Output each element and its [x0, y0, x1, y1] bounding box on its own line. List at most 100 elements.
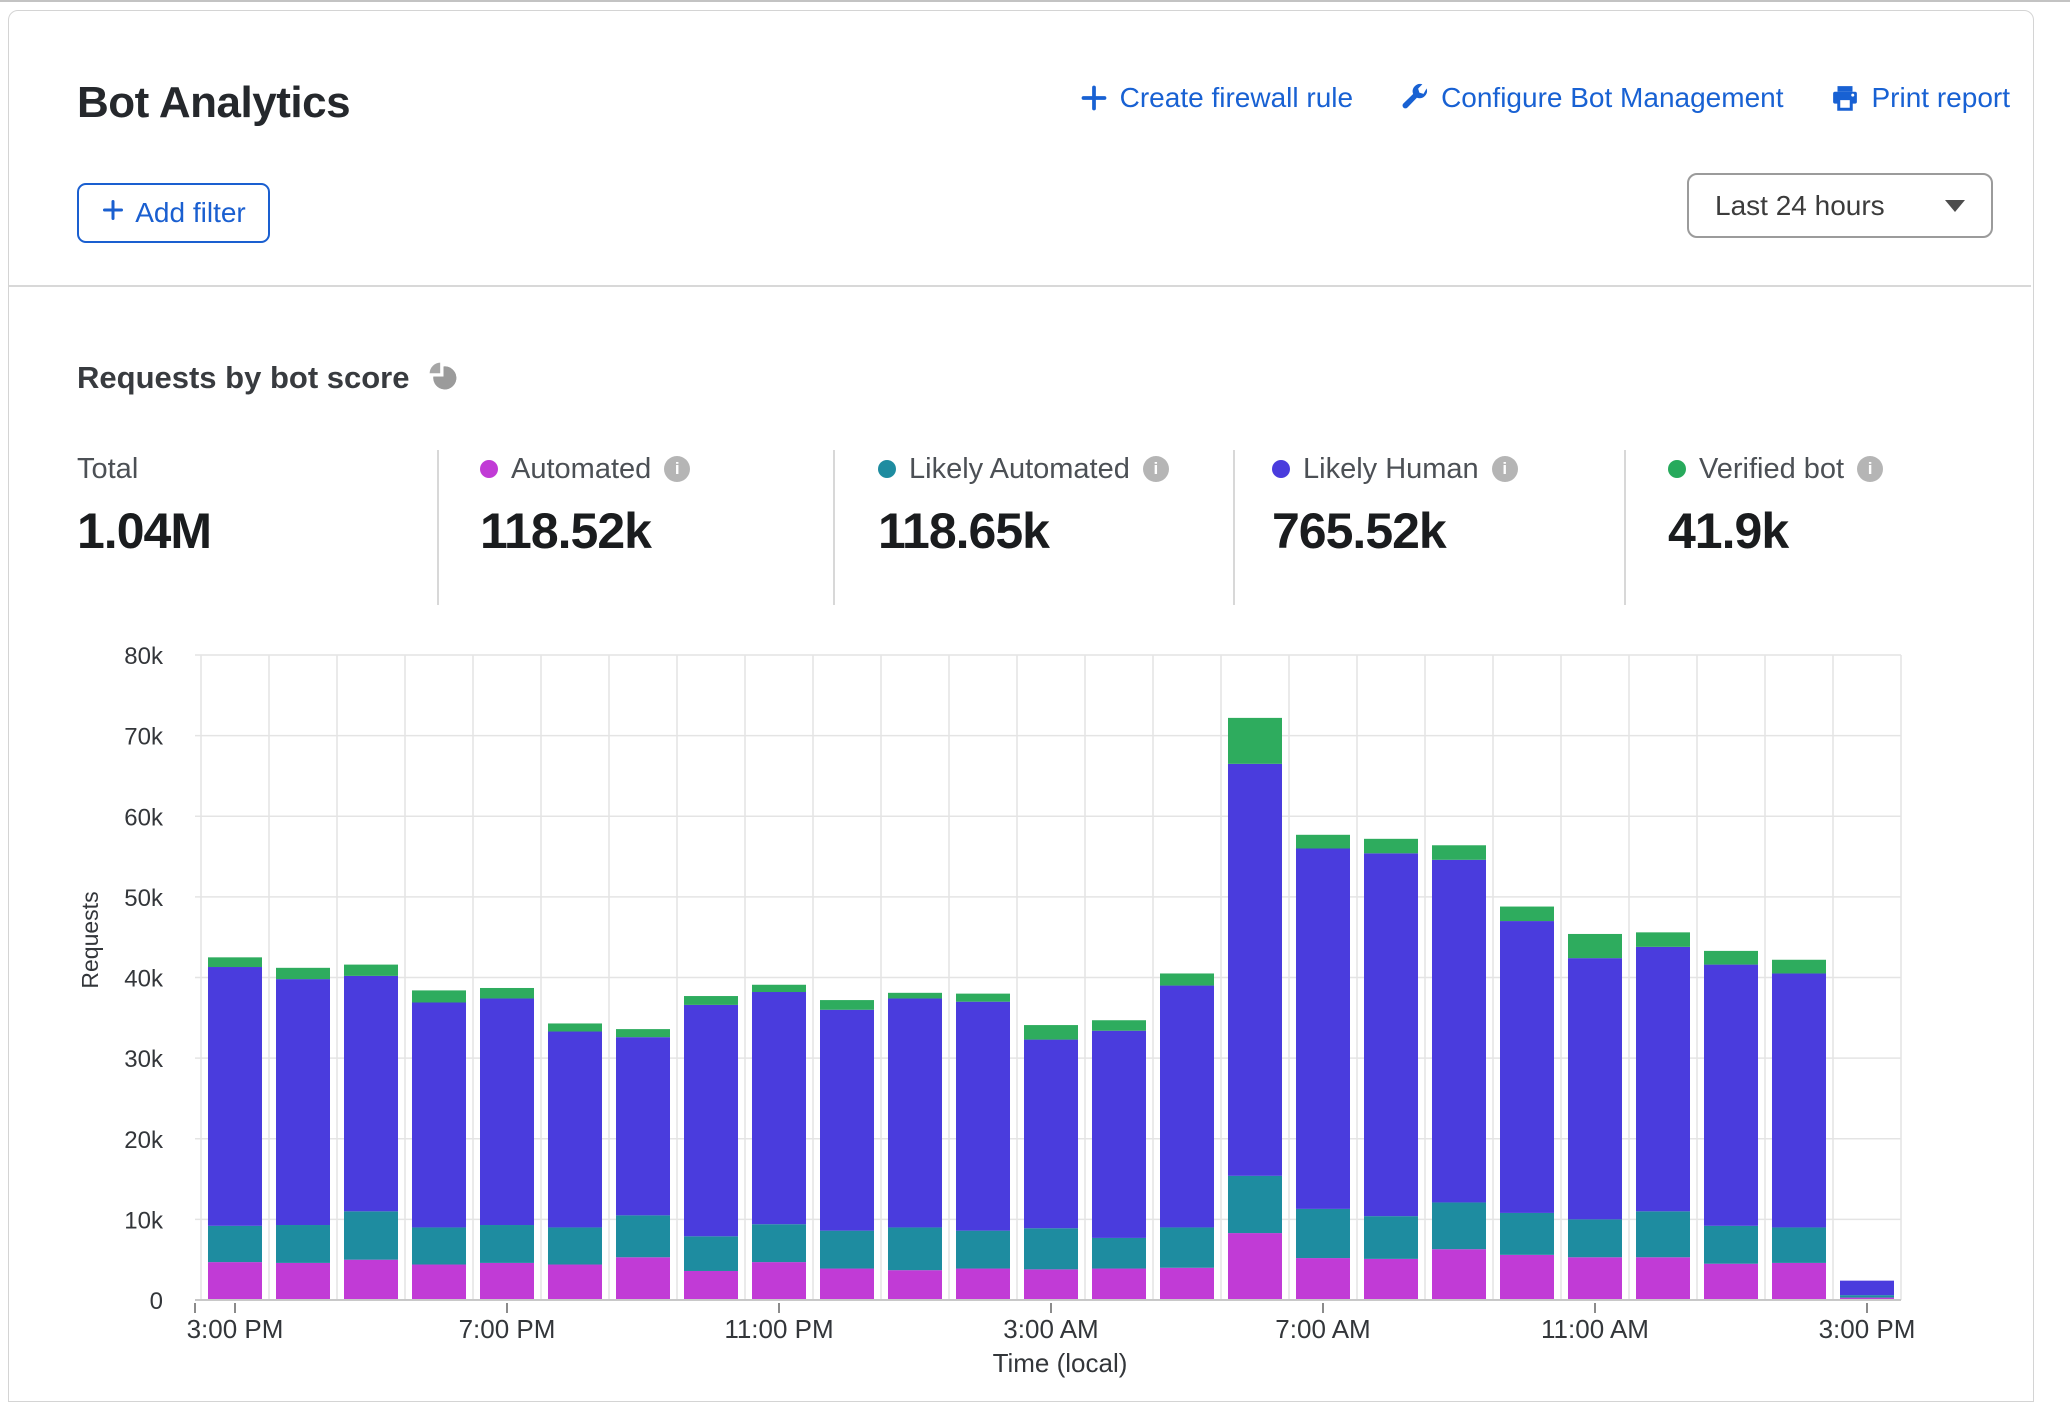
bar-segment-automated[interactable]: [888, 1270, 942, 1300]
bar-segment-likely-human[interactable]: [616, 1037, 670, 1215]
bar-segment-likely-human[interactable]: [1568, 958, 1622, 1219]
bar-segment-verified-bot[interactable]: [820, 1000, 874, 1010]
bar-segment-likely-human[interactable]: [1840, 1281, 1894, 1296]
bar-segment-automated[interactable]: [1228, 1233, 1282, 1300]
bar-segment-likely-human[interactable]: [888, 998, 942, 1227]
bar-segment-likely-automated[interactable]: [1160, 1227, 1214, 1267]
bar-segment-likely-human[interactable]: [1364, 853, 1418, 1216]
bar-segment-automated[interactable]: [412, 1265, 466, 1300]
bar-segment-verified-bot[interactable]: [1772, 960, 1826, 974]
configure-bot-management-link[interactable]: Configure Bot Management: [1399, 82, 1783, 114]
bar-segment-automated[interactable]: [1568, 1257, 1622, 1300]
requests-by-bot-score-chart[interactable]: 3:00 PM7:00 PM11:00 PM3:00 AM7:00 AM11:0…: [0, 600, 2070, 1394]
bar-segment-automated[interactable]: [548, 1265, 602, 1300]
bar-segment-automated[interactable]: [1432, 1249, 1486, 1300]
bar-segment-verified-bot[interactable]: [684, 996, 738, 1005]
bar-segment-likely-automated[interactable]: [1500, 1213, 1554, 1255]
bar-segment-automated[interactable]: [344, 1260, 398, 1300]
bar-segment-likely-human[interactable]: [1092, 1031, 1146, 1238]
bar-segment-likely-automated[interactable]: [1024, 1228, 1078, 1269]
bar-segment-likely-automated[interactable]: [1636, 1211, 1690, 1257]
bar-segment-verified-bot[interactable]: [412, 990, 466, 1002]
bar-segment-automated[interactable]: [1160, 1268, 1214, 1300]
bar-segment-verified-bot[interactable]: [480, 988, 534, 998]
bar-segment-automated[interactable]: [1364, 1259, 1418, 1300]
bar-segment-automated[interactable]: [1024, 1269, 1078, 1300]
bar-segment-verified-bot[interactable]: [208, 957, 262, 967]
bar-segment-likely-automated[interactable]: [276, 1225, 330, 1263]
bar-segment-likely-human[interactable]: [684, 1005, 738, 1236]
bar-segment-likely-human[interactable]: [1704, 965, 1758, 1226]
bar-segment-automated[interactable]: [1636, 1257, 1690, 1300]
info-icon[interactable]: i: [1857, 456, 1883, 482]
bar-segment-automated[interactable]: [956, 1269, 1010, 1300]
info-icon[interactable]: i: [1492, 456, 1518, 482]
bar-segment-verified-bot[interactable]: [752, 985, 806, 992]
bar-segment-verified-bot[interactable]: [956, 994, 1010, 1002]
bar-segment-likely-automated[interactable]: [548, 1227, 602, 1264]
bar-segment-likely-automated[interactable]: [1704, 1226, 1758, 1264]
bar-segment-likely-automated[interactable]: [1364, 1216, 1418, 1259]
info-icon[interactable]: i: [664, 456, 690, 482]
bar-segment-automated[interactable]: [1772, 1263, 1826, 1300]
bar-segment-automated[interactable]: [276, 1263, 330, 1300]
bar-segment-verified-bot[interactable]: [548, 1023, 602, 1031]
bar-segment-likely-human[interactable]: [752, 992, 806, 1224]
bar-segment-likely-human[interactable]: [344, 976, 398, 1211]
bar-segment-automated[interactable]: [480, 1263, 534, 1300]
bar-segment-likely-automated[interactable]: [1772, 1227, 1826, 1262]
bar-segment-automated[interactable]: [1704, 1264, 1758, 1300]
bar-segment-likely-automated[interactable]: [752, 1224, 806, 1262]
bar-segment-likely-human[interactable]: [1500, 921, 1554, 1213]
bar-segment-verified-bot[interactable]: [1160, 973, 1214, 985]
create-firewall-rule-link[interactable]: Create firewall rule: [1080, 82, 1353, 114]
bar-segment-likely-automated[interactable]: [1840, 1295, 1894, 1297]
bar-segment-verified-bot[interactable]: [1500, 907, 1554, 922]
bar-segment-verified-bot[interactable]: [1704, 951, 1758, 965]
bar-segment-likely-automated[interactable]: [888, 1227, 942, 1270]
bar-segment-verified-bot[interactable]: [1364, 839, 1418, 854]
bar-segment-likely-human[interactable]: [208, 967, 262, 1226]
bar-segment-verified-bot[interactable]: [344, 965, 398, 976]
time-range-select[interactable]: Last 24 hours: [1687, 173, 1993, 238]
bar-segment-likely-automated[interactable]: [820, 1231, 874, 1269]
bar-segment-likely-automated[interactable]: [956, 1231, 1010, 1269]
bar-segment-likely-automated[interactable]: [1228, 1176, 1282, 1233]
bar-segment-likely-human[interactable]: [820, 1010, 874, 1231]
bar-segment-verified-bot[interactable]: [1024, 1025, 1078, 1040]
bar-segment-likely-human[interactable]: [412, 1002, 466, 1227]
print-report-link[interactable]: Print report: [1830, 82, 2011, 114]
bar-segment-likely-automated[interactable]: [344, 1211, 398, 1259]
bar-segment-likely-automated[interactable]: [1568, 1219, 1622, 1257]
bar-segment-likely-automated[interactable]: [684, 1236, 738, 1271]
bar-segment-likely-automated[interactable]: [480, 1225, 534, 1263]
bar-segment-likely-human[interactable]: [1432, 860, 1486, 1203]
bar-segment-likely-human[interactable]: [956, 1002, 1010, 1231]
bar-segment-verified-bot[interactable]: [1432, 845, 1486, 860]
bar-segment-likely-human[interactable]: [548, 1032, 602, 1228]
bar-segment-verified-bot[interactable]: [1092, 1020, 1146, 1030]
bar-segment-automated[interactable]: [820, 1269, 874, 1300]
bar-segment-automated[interactable]: [1296, 1258, 1350, 1300]
bar-segment-likely-automated[interactable]: [208, 1226, 262, 1262]
bar-segment-automated[interactable]: [616, 1257, 670, 1300]
bar-segment-automated[interactable]: [1500, 1255, 1554, 1300]
bar-segment-verified-bot[interactable]: [1228, 718, 1282, 764]
bar-segment-likely-human[interactable]: [1636, 947, 1690, 1211]
bar-segment-automated[interactable]: [1092, 1269, 1146, 1300]
bar-segment-likely-automated[interactable]: [412, 1227, 466, 1264]
bar-segment-likely-human[interactable]: [276, 979, 330, 1225]
bar-segment-likely-human[interactable]: [1228, 764, 1282, 1176]
bar-segment-verified-bot[interactable]: [1296, 835, 1350, 849]
bar-segment-likely-automated[interactable]: [1092, 1238, 1146, 1269]
bar-segment-likely-automated[interactable]: [616, 1215, 670, 1257]
info-icon[interactable]: i: [1143, 456, 1169, 482]
bar-segment-likely-human[interactable]: [1296, 849, 1350, 1209]
bar-segment-automated[interactable]: [752, 1262, 806, 1300]
bar-segment-verified-bot[interactable]: [1636, 932, 1690, 947]
bar-segment-automated[interactable]: [684, 1271, 738, 1300]
bar-segment-likely-human[interactable]: [480, 998, 534, 1225]
bar-segment-automated[interactable]: [208, 1262, 262, 1300]
bar-segment-likely-human[interactable]: [1024, 1040, 1078, 1229]
bar-segment-verified-bot[interactable]: [276, 968, 330, 979]
